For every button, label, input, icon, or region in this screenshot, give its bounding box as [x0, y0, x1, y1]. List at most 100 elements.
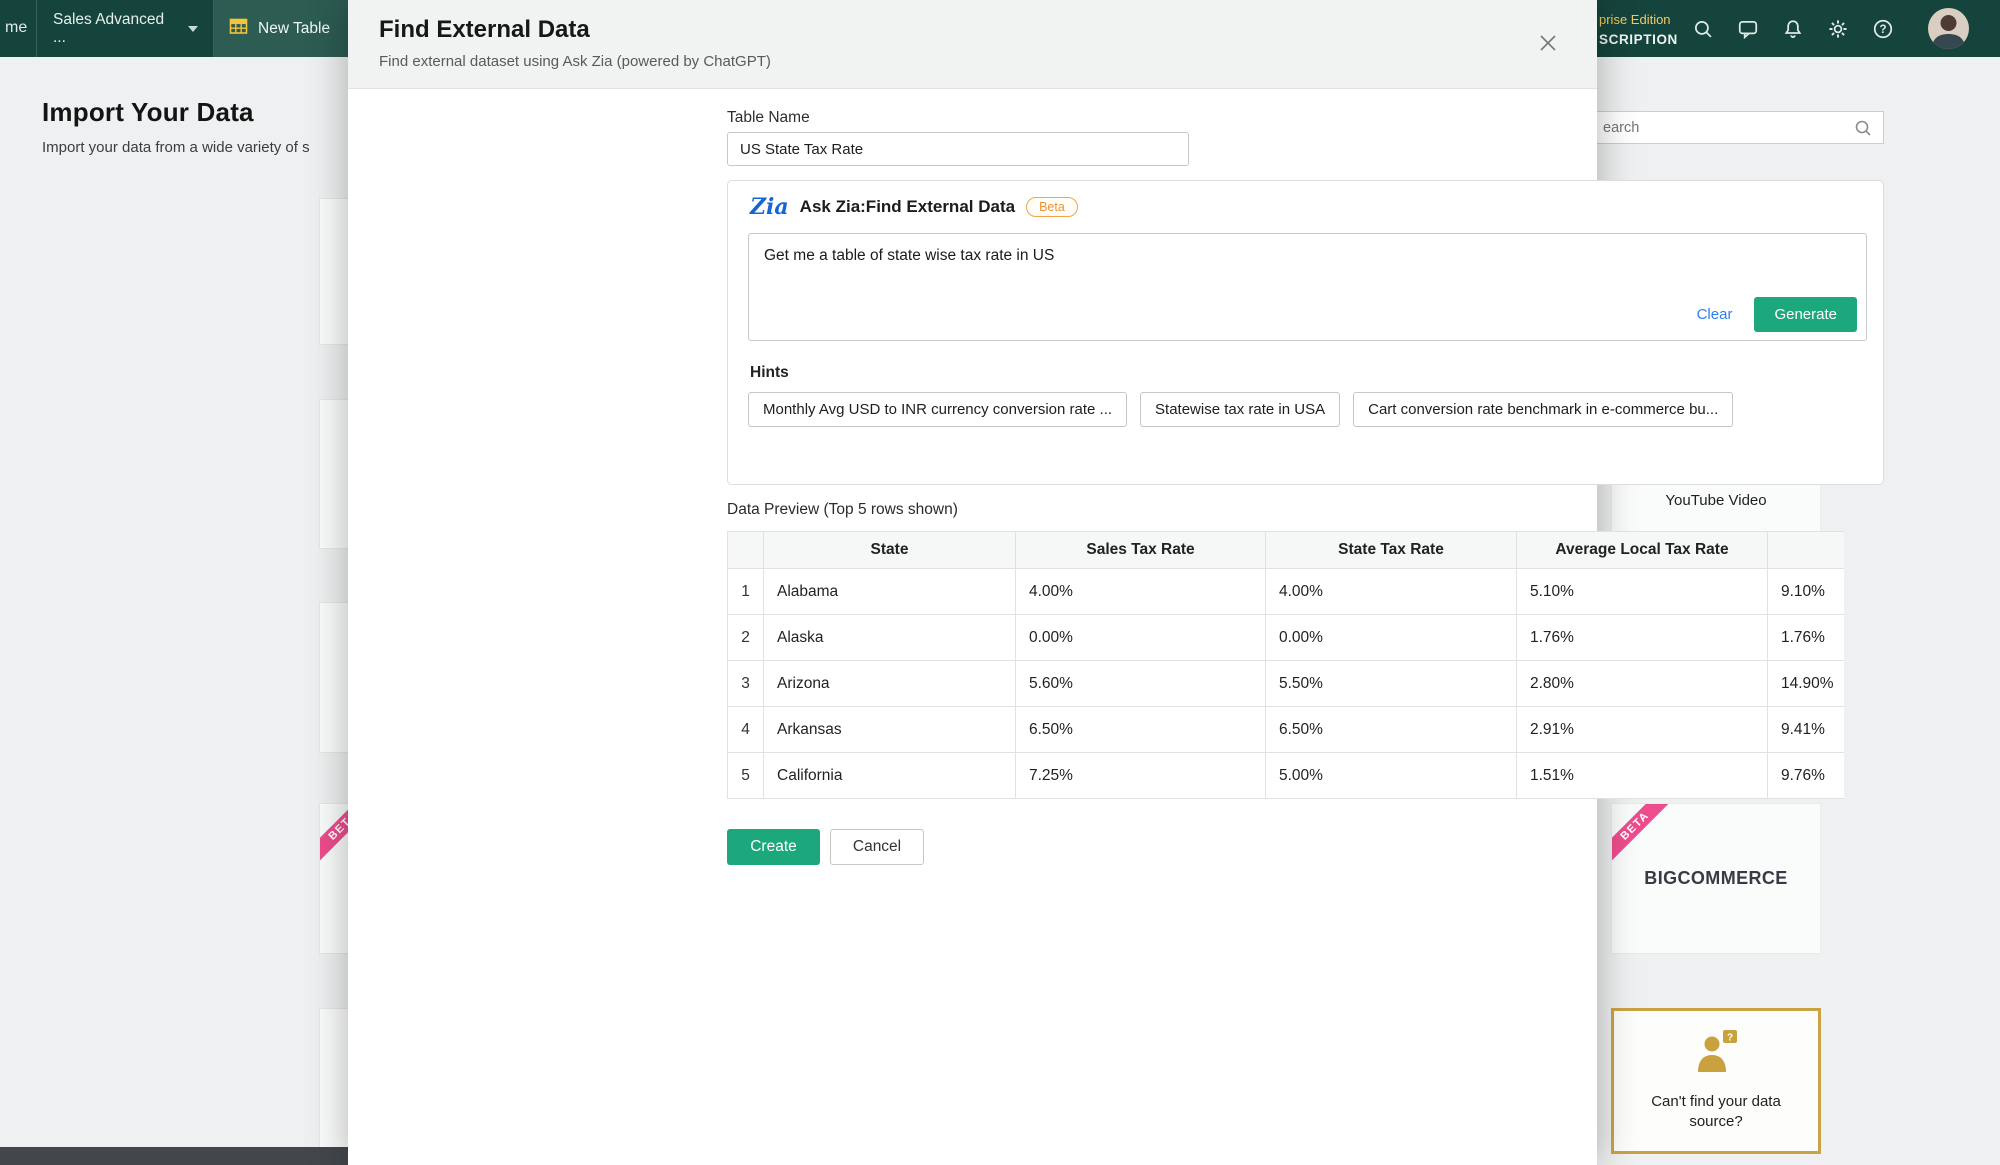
cell-combined-tax: 9.76%	[1768, 753, 1845, 799]
hint-chips: Monthly Avg USD to INR currency conversi…	[748, 392, 1733, 427]
svg-text:?: ?	[1727, 1032, 1733, 1043]
dialog-subtitle: Find external dataset using Ask Zia (pow…	[379, 53, 771, 70]
cell-state: Arizona	[764, 661, 1016, 707]
tab-sales-advanced[interactable]: Sales Advanced ...	[37, 0, 214, 57]
close-button[interactable]	[1533, 28, 1563, 58]
table-row: 5 California 7.25% 5.00% 1.51% 9.76%	[728, 753, 1845, 799]
zia-prompt-textarea[interactable]: Get me a table of state wise tax rate in…	[748, 233, 1867, 341]
row-number: 5	[728, 753, 764, 799]
tab-new-table[interactable]: New Table	[214, 0, 358, 57]
column-header: State Tax Rate	[1266, 532, 1517, 569]
cancel-button[interactable]: Cancel	[830, 829, 924, 865]
cell-state-tax: 5.50%	[1266, 661, 1517, 707]
cell-state-tax: 0.00%	[1266, 615, 1517, 661]
user-avatar[interactable]	[1928, 8, 1969, 49]
screen: me Sales Advanced ... New Table prise Ed…	[0, 0, 2000, 1165]
help-icon[interactable]: ?	[1872, 18, 1894, 40]
cell-state: Arkansas	[764, 707, 1016, 753]
data-preview-label: Data Preview (Top 5 rows shown)	[727, 501, 958, 519]
gear-icon[interactable]	[1827, 18, 1849, 40]
cell-sales-tax: 6.50%	[1016, 707, 1266, 753]
data-preview-table-container[interactable]: State Sales Tax Rate State Tax Rate Aver…	[727, 531, 1844, 799]
find-external-data-dialog: Find External Data Find external dataset…	[348, 0, 1597, 1165]
cell-state-tax: 5.00%	[1266, 753, 1517, 799]
tab-new-table-label: New Table	[258, 20, 330, 38]
cell-combined-tax: 9.10%	[1768, 569, 1845, 615]
cell-avg-local-tax: 1.51%	[1517, 753, 1768, 799]
cell-state-tax: 4.00%	[1266, 569, 1517, 615]
cell-state: Alaska	[764, 615, 1016, 661]
row-number: 4	[728, 707, 764, 753]
ask-zia-header: Zia Ask Zia:Find External Data Beta	[750, 196, 1078, 218]
cell-sales-tax: 5.60%	[1016, 661, 1266, 707]
prompt-actions: Clear Generate	[1697, 297, 1857, 332]
row-number-header	[728, 532, 764, 569]
table-header-row: State Sales Tax Rate State Tax Rate Aver…	[728, 532, 1845, 569]
cell-avg-local-tax: 1.76%	[1517, 615, 1768, 661]
zia-prompt-text: Get me a table of state wise tax rate in…	[749, 234, 1866, 278]
cell-combined-tax: 1.76%	[1768, 615, 1845, 661]
tab-home-fragment[interactable]: me	[5, 19, 27, 37]
generate-button[interactable]: Generate	[1754, 297, 1857, 332]
tile-label: YouTube Video	[1651, 491, 1780, 511]
cell-state-tax: 6.50%	[1266, 707, 1517, 753]
edition-info: prise Edition SCRIPTION	[1599, 10, 1678, 51]
tab-sales-advanced-label: Sales Advanced ...	[53, 11, 176, 47]
cell-avg-local-tax: 2.91%	[1517, 707, 1768, 753]
tile-bigcommerce[interactable]: BETA BIGCOMMERCE	[1611, 803, 1821, 954]
beta-ribbon: BETA	[1611, 803, 1678, 869]
search-icon[interactable]	[1692, 18, 1714, 40]
clear-link[interactable]: Clear	[1697, 306, 1733, 323]
cell-state: Alabama	[764, 569, 1016, 615]
dialog-title: Find External Data	[379, 16, 590, 44]
ask-zia-title: Ask Zia:Find External Data	[800, 197, 1015, 217]
zia-logo-icon: Zia	[750, 196, 789, 218]
chat-icon[interactable]	[1737, 18, 1759, 40]
cell-combined-tax: 9.41%	[1768, 707, 1845, 753]
create-button[interactable]: Create	[727, 829, 820, 865]
ask-zia-panel: Zia Ask Zia:Find External Data Beta Get …	[727, 180, 1884, 485]
table-row: 4 Arkansas 6.50% 6.50% 2.91% 9.41%	[728, 707, 1845, 753]
table-row: 1 Alabama 4.00% 4.00% 5.10% 9.10%	[728, 569, 1845, 615]
person-question-icon: ?	[1692, 1030, 1740, 1077]
dialog-header: Find External Data Find external dataset…	[348, 0, 1597, 89]
bottom-bar-fragment	[0, 1147, 348, 1165]
table-icon	[229, 17, 248, 41]
column-header: Average Local Tax Rate	[1517, 532, 1768, 569]
row-number: 2	[728, 615, 764, 661]
table-row: 3 Arizona 5.60% 5.50% 2.80% 14.90%	[728, 661, 1845, 707]
column-header: State	[764, 532, 1016, 569]
page-subtitle: Import your data from a wide variety of …	[42, 139, 349, 156]
beta-badge: Beta	[1026, 197, 1078, 217]
hints-label: Hints	[750, 364, 789, 382]
table-row: 2 Alaska 0.00% 0.00% 1.76% 1.76%	[728, 615, 1845, 661]
hint-chip[interactable]: Cart conversion rate benchmark in e-comm…	[1353, 392, 1733, 427]
column-header: Com	[1768, 532, 1845, 569]
tile-label: Can't find your data source?	[1614, 1092, 1818, 1133]
data-preview-table: State Sales Tax Rate State Tax Rate Aver…	[727, 531, 1844, 799]
cell-state: California	[764, 753, 1016, 799]
cell-avg-local-tax: 5.10%	[1517, 569, 1768, 615]
close-icon	[1538, 33, 1558, 53]
edition-line1: prise Edition	[1599, 10, 1678, 30]
bigcommerce-logo: BIGCOMMERCE	[1644, 868, 1787, 889]
row-number: 1	[728, 569, 764, 615]
edition-line2[interactable]: SCRIPTION	[1599, 30, 1678, 51]
search-icon	[1853, 118, 1873, 138]
cell-sales-tax: 7.25%	[1016, 753, 1266, 799]
cell-sales-tax: 4.00%	[1016, 569, 1266, 615]
hint-chip[interactable]: Statewise tax rate in USA	[1140, 392, 1340, 427]
cell-avg-local-tax: 2.80%	[1517, 661, 1768, 707]
chevron-down-icon	[188, 26, 198, 32]
column-header: Sales Tax Rate	[1016, 532, 1266, 569]
page-title: Import Your Data	[42, 97, 254, 128]
bell-icon[interactable]	[1782, 18, 1804, 40]
cell-sales-tax: 0.00%	[1016, 615, 1266, 661]
table-name-label: Table Name	[727, 109, 810, 127]
table-name-input[interactable]	[727, 132, 1189, 166]
cell-combined-tax: 14.90%	[1768, 661, 1845, 707]
row-number: 3	[728, 661, 764, 707]
tile-cant-find-data-source[interactable]: ? Can't find your data source?	[1611, 1008, 1821, 1154]
hint-chip[interactable]: Monthly Avg USD to INR currency conversi…	[748, 392, 1127, 427]
svg-text:?: ?	[1879, 24, 1886, 36]
